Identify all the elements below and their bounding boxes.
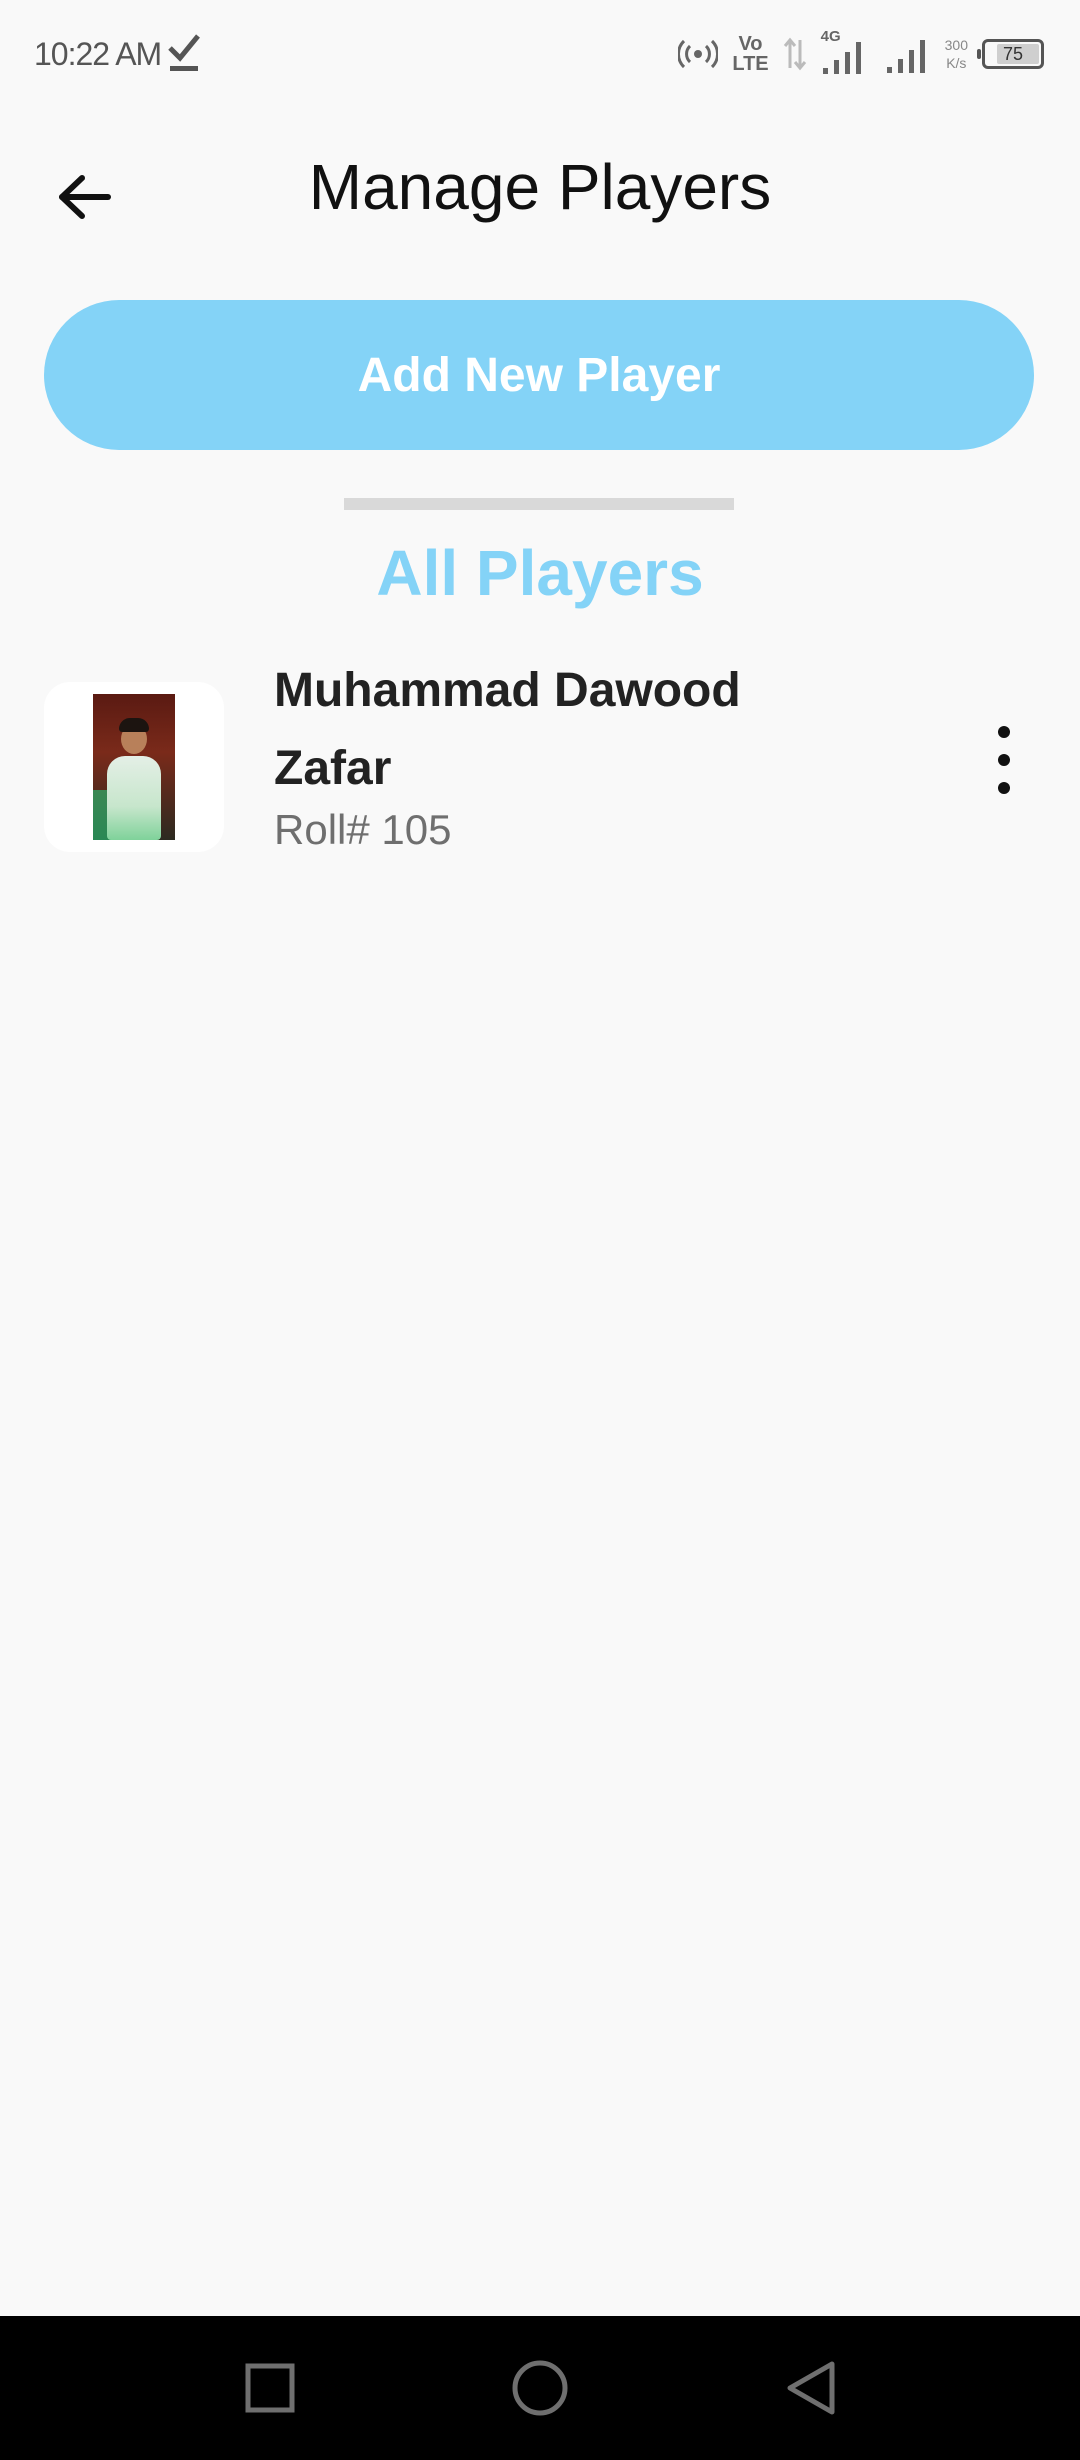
data-transfer-icon [783,37,806,71]
more-vertical-icon[interactable] [984,726,1024,794]
nav-back-button[interactable] [768,2346,852,2430]
network-speed-unit: K/s [946,55,967,71]
add-new-player-button[interactable]: Add New Player [44,300,1034,450]
volte-bottom-label: LTE [732,53,769,75]
volte-top-label: Vo [738,33,763,55]
system-nav-bar [0,2316,1080,2460]
player-name: Muhammad Dawood Zafar [274,664,741,795]
recent-apps-icon [245,2363,295,2413]
home-button[interactable] [498,2346,582,2430]
download-complete-icon [168,34,200,71]
player-roll: Roll# 105 [274,806,452,853]
volte-indicator: Vo LTE [732,34,768,74]
signal-strength-icon [822,42,861,74]
status-time: 10:22 AM [34,36,162,72]
back-icon [787,2361,835,2415]
more-dot [998,754,1010,766]
network-speed-value: 300 [944,37,968,53]
home-icon [512,2360,568,2416]
battery-icon: 75 [977,39,1044,69]
more-dot [998,782,1010,794]
app-header: Manage Players [0,130,1080,250]
avatar-photo-body [107,756,161,840]
avatar-photo-hair [119,718,149,732]
player-avatar-card [44,682,224,852]
status-icons: Vo LTE 4G 300 K/s 75 [678,28,1044,80]
signal-4g: 4G [821,28,871,76]
more-dot [998,726,1010,738]
page-title: Manage Players [308,151,772,223]
player-list-item[interactable]: Muhammad Dawood Zafar Roll# 105 [44,652,1036,872]
player-avatar [93,694,175,840]
recent-apps-button[interactable] [228,2346,312,2430]
section-title: All Players [376,537,704,609]
section-divider [344,498,734,510]
hotspot-icon [678,39,719,69]
signal-strength-icon-2 [886,40,925,73]
battery-level: 75 [1002,43,1024,64]
status-bar: 10:22 AM Vo LTE 4G 300 K/s 75 [0,0,1080,110]
network-speed: 300 K/s [945,36,968,72]
